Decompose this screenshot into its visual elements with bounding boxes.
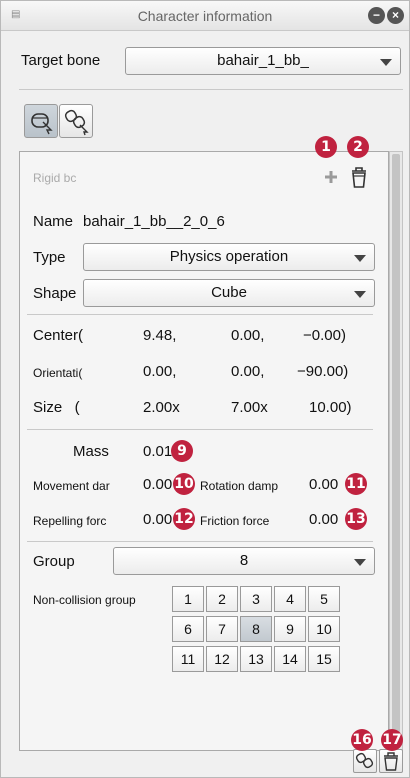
scrollbar[interactable] (389, 151, 403, 751)
non-collision-group-11[interactable]: 11 (172, 646, 204, 672)
non-collision-group-5[interactable]: 5 (308, 586, 340, 612)
repelling-force-label: Repelling forc (33, 514, 107, 528)
orientation-label: Orientati( (33, 366, 83, 380)
group-label: Group (33, 553, 75, 570)
trash-icon (384, 752, 398, 771)
size-y[interactable]: 7.00x (231, 399, 268, 416)
non-collision-group-12[interactable]: 12 (206, 646, 238, 672)
name-label: Name (33, 213, 74, 230)
shape-label: Shape (33, 285, 77, 302)
group-value: 8 (239, 552, 249, 569)
joint-icon (355, 752, 374, 769)
rigid-body-select-icon (31, 113, 53, 135)
rotation-damping-value[interactable]: 0.00 (309, 476, 338, 493)
name-value: bahair_1_bb__2_0_6 (83, 213, 225, 230)
badge-1: 1 (315, 136, 337, 158)
non-collision-group-2[interactable]: 2 (206, 586, 238, 612)
repelling-force-value[interactable]: 0.00 (143, 511, 172, 528)
non-collision-group-label: Non-collision group (33, 593, 136, 607)
divider (27, 541, 373, 542)
orientation-x[interactable]: 0.00, (143, 363, 176, 380)
badge-9: 9 (171, 440, 193, 462)
trash-icon (352, 167, 366, 188)
rotation-damping-label: Rotation damp (200, 479, 279, 493)
delete-rigid-body-button[interactable] (347, 164, 371, 190)
rigid-body-select-button[interactable] (24, 104, 58, 138)
badge-11: 11 (345, 473, 367, 495)
shape-value: Cube (211, 284, 247, 301)
minimize-icon[interactable]: − (368, 7, 385, 24)
non-collision-group-8[interactable]: 8 (240, 616, 272, 642)
non-collision-group-1[interactable]: 1 (172, 586, 204, 612)
non-collision-group-13[interactable]: 13 (240, 646, 272, 672)
movement-damping-label: Movement dar (33, 479, 110, 493)
friction-force-value[interactable]: 0.00 (309, 511, 338, 528)
non-collision-group-9[interactable]: 9 (274, 616, 306, 642)
divider (19, 89, 403, 90)
titlebar: ▤ Character information − × (1, 1, 409, 31)
center-label: Center( (33, 327, 84, 344)
non-collision-group-14[interactable]: 14 (274, 646, 306, 672)
joint-select-button[interactable] (59, 104, 93, 138)
chevron-down-icon (380, 59, 392, 66)
size-label: Size ( (33, 399, 80, 416)
non-collision-group-3[interactable]: 3 (240, 586, 272, 612)
orientation-y[interactable]: 0.00, (231, 363, 264, 380)
type-value: Physics operation (169, 248, 289, 265)
close-icon[interactable]: × (387, 7, 404, 24)
chevron-down-icon (354, 291, 366, 298)
chevron-down-icon (354, 255, 366, 262)
target-bone-label: Target bone (21, 52, 101, 69)
type-dropdown[interactable]: Physics operation (83, 243, 375, 271)
badge-10: 10 (173, 473, 195, 495)
mass-label: Mass (73, 443, 109, 460)
joint-settings-button[interactable] (353, 749, 377, 773)
center-z[interactable]: −0.00) (303, 327, 346, 344)
character-information-panel: ▤ Character information − × Target bone … (0, 0, 410, 778)
joint-select-icon (64, 109, 89, 136)
delete-joint-button[interactable] (379, 749, 403, 773)
badge-17: 17 (381, 729, 403, 751)
mass-value[interactable]: 0.01 (143, 443, 172, 460)
friction-force-label: Friction force (200, 514, 270, 528)
center-x[interactable]: 9.48, (143, 327, 176, 344)
divider (27, 429, 373, 430)
panel-title: Character information (137, 8, 273, 24)
non-collision-group-4[interactable]: 4 (274, 586, 306, 612)
shape-dropdown[interactable]: Cube (83, 279, 375, 307)
type-label: Type (33, 249, 66, 266)
orientation-z[interactable]: −90.00) (297, 363, 348, 380)
non-collision-group-7[interactable]: 7 (206, 616, 238, 642)
badge-12: 12 (173, 508, 195, 530)
non-collision-group-6[interactable]: 6 (172, 616, 204, 642)
scroll-thumb[interactable] (392, 154, 400, 748)
size-z[interactable]: 10.00) (309, 399, 352, 416)
divider (27, 314, 373, 315)
rigid-body-header: Rigid bc (33, 171, 77, 185)
group-dropdown[interactable]: 8 (113, 547, 375, 575)
center-y[interactable]: 0.00, (231, 327, 264, 344)
badge-2: 2 (347, 136, 369, 158)
movement-damping-value[interactable]: 0.00 (143, 476, 172, 493)
target-bone-value: bahair_1_bb_ (217, 52, 309, 69)
non-collision-group-15[interactable]: 15 (308, 646, 340, 672)
plus-icon (325, 171, 337, 183)
add-rigid-body-button[interactable] (319, 165, 343, 189)
badge-13: 13 (345, 508, 367, 530)
size-x[interactable]: 2.00x (143, 399, 180, 416)
target-bone-dropdown[interactable]: bahair_1_bb_ (125, 47, 401, 75)
non-collision-group-10[interactable]: 10 (308, 616, 340, 642)
chevron-down-icon (354, 559, 366, 566)
badge-16: 16 (351, 729, 373, 751)
